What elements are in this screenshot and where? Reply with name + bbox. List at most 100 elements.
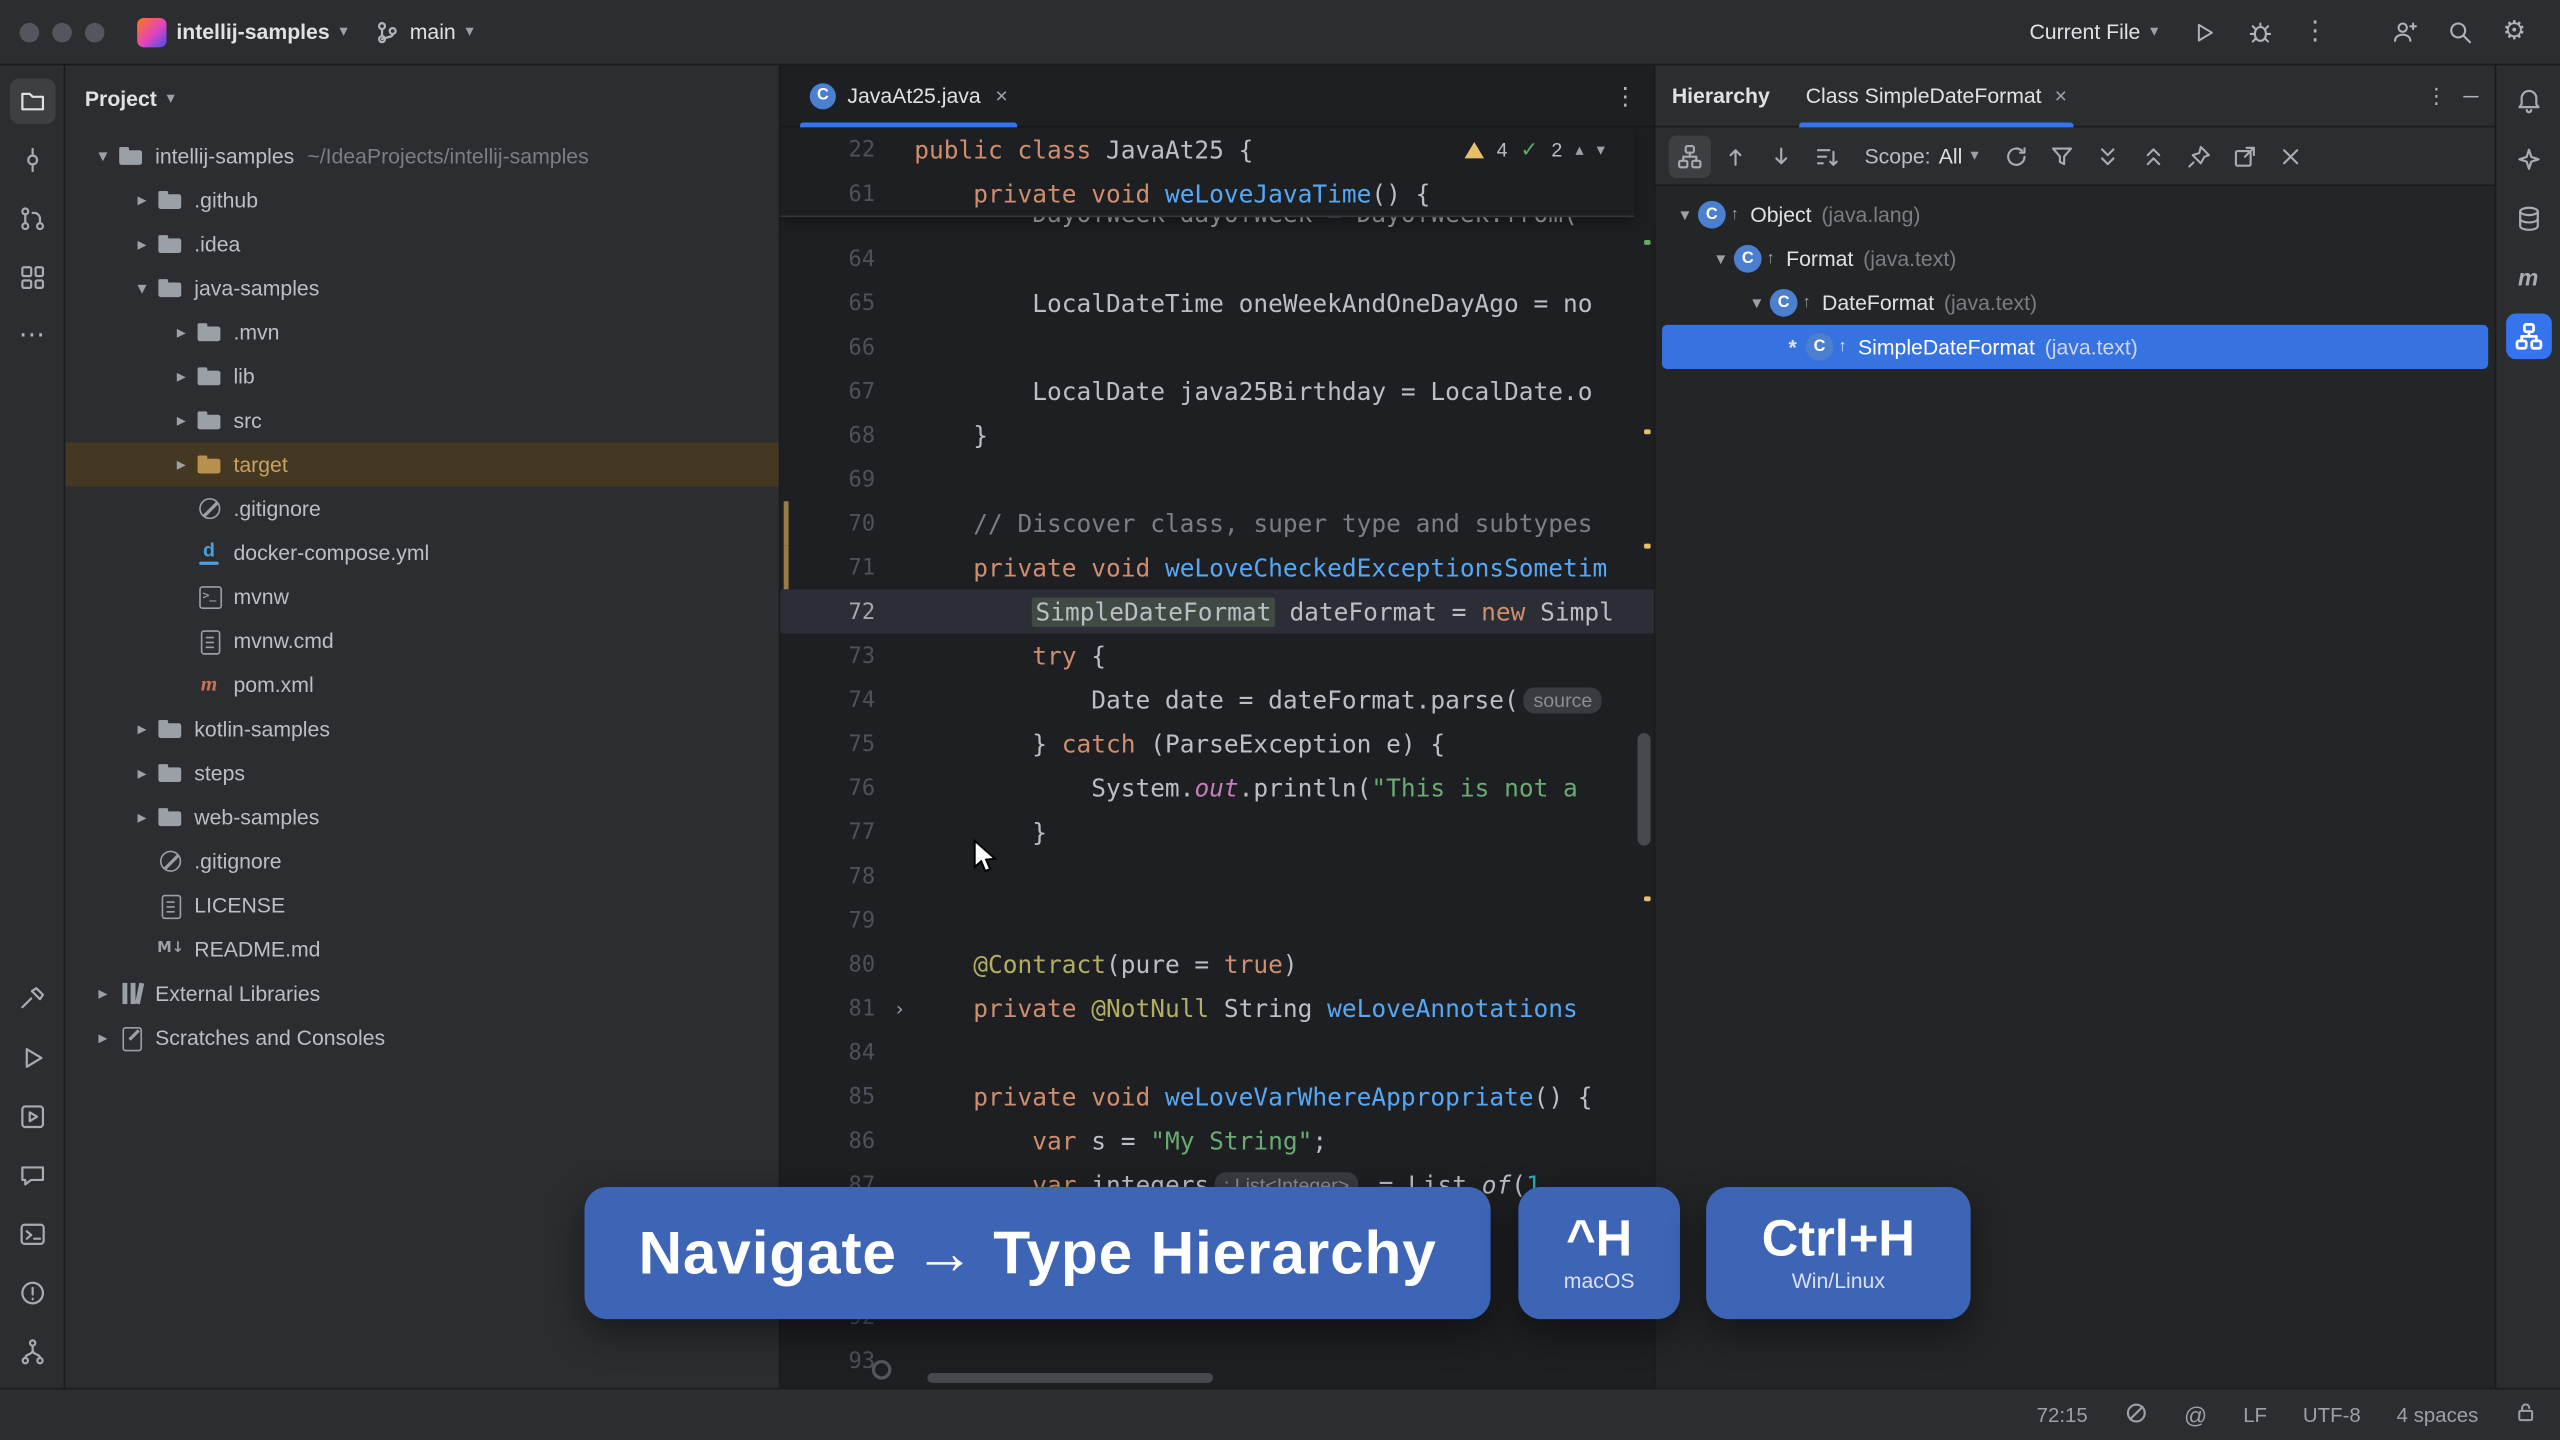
editor-options-icon[interactable]: ⋮ — [1613, 81, 1637, 110]
run-configuration-selector[interactable]: Current File ▾ — [2016, 13, 2171, 51]
annotations-icon[interactable]: @ — [2184, 1402, 2207, 1428]
chevron-right-icon[interactable]: ▸ — [127, 718, 156, 739]
minimize-panel-icon[interactable]: ─ — [2463, 82, 2478, 108]
code-line-74[interactable]: 74 Date date = dateFormat.parse(source — [780, 678, 1653, 722]
structure-tool-button[interactable] — [9, 255, 55, 301]
file-encoding[interactable]: UTF-8 — [2303, 1403, 2361, 1426]
code-line-71[interactable]: 71 private void weLoveCheckedExceptionsS… — [780, 545, 1653, 589]
code-line-76[interactable]: 76 System.out.println("This is not a — [780, 766, 1653, 810]
chevron-right-icon[interactable]: ▸ — [88, 1027, 117, 1048]
problems-tool-button[interactable] — [9, 1270, 55, 1316]
tree-item--gitignore[interactable]: .gitignore — [65, 487, 778, 531]
editor-scrollbar[interactable] — [1638, 127, 1651, 1387]
code-line-91[interactable]: 91 — [780, 1251, 1653, 1295]
warning-stripe-mark[interactable] — [1644, 543, 1651, 548]
chevron-right-icon[interactable]: ▸ — [167, 410, 196, 431]
chevron-right-icon[interactable]: ▸ — [167, 322, 196, 343]
tree-item-kotlin-samples[interactable]: ▸kotlin-samples — [65, 707, 778, 751]
project-widget[interactable]: intellij-samples ▾ — [124, 11, 361, 53]
notifications-button[interactable] — [2505, 78, 2551, 124]
code-with-me-button[interactable] — [2380, 9, 2426, 55]
tree-item-web-samples[interactable]: ▸web-samples — [65, 795, 778, 839]
hierarchy-tab[interactable]: Class SimpleDateFormat × — [1799, 64, 2073, 126]
tree-item-docker-compose-yml[interactable]: docker-compose.yml — [65, 531, 778, 575]
warning-stripe-mark[interactable] — [1644, 430, 1651, 435]
minimize-window-button[interactable] — [52, 22, 72, 42]
code-line-93[interactable]: 93 — [780, 1339, 1653, 1383]
caret-position[interactable]: 72:15 — [2037, 1403, 2088, 1426]
tree-item-mvnw-cmd[interactable]: mvnw.cmd — [65, 619, 778, 663]
code-line-69[interactable]: 69 — [780, 457, 1653, 501]
close-window-button[interactable] — [20, 22, 40, 42]
chevron-right-icon[interactable]: ▸ — [167, 454, 196, 475]
horizontal-scrollbar-thumb[interactable] — [927, 1373, 1213, 1383]
code-line-78[interactable]: 78 — [780, 854, 1653, 898]
tree-item-lib[interactable]: ▸lib — [65, 354, 778, 398]
tree-item-java-samples[interactable]: ▾java-samples — [65, 266, 778, 310]
build-tool-button[interactable] — [9, 976, 55, 1022]
code-line-70[interactable]: 70 // Discover class, super type and sub… — [780, 501, 1653, 545]
code-line-86[interactable]: 86 var s = "My String"; — [780, 1118, 1653, 1162]
code-line-84[interactable]: 84 — [780, 1030, 1653, 1074]
branch-widget[interactable]: main ▾ — [361, 12, 487, 51]
close-tab-icon[interactable]: × — [2055, 83, 2067, 107]
hierarchy-options-icon[interactable]: ⋮ — [2426, 82, 2447, 108]
run-button[interactable] — [2181, 9, 2227, 55]
code-line-79[interactable]: 79 — [780, 898, 1653, 942]
chat-tool-button[interactable] — [9, 1153, 55, 1199]
code-line-68[interactable]: 68 } — [780, 413, 1653, 457]
line-separator[interactable]: LF — [2243, 1403, 2267, 1426]
scrollbar-thumb[interactable] — [1638, 732, 1651, 845]
tree-item-external-libraries[interactable]: ▸External Libraries — [65, 971, 778, 1015]
lock-icon[interactable] — [2514, 1401, 2537, 1429]
chevron-right-icon[interactable]: ▸ — [127, 762, 156, 783]
subtypes-hierarchy-button[interactable] — [1760, 135, 1802, 177]
tree-item--github[interactable]: ▸.github — [65, 178, 778, 222]
tree-item--idea[interactable]: ▸.idea — [65, 222, 778, 266]
code-line-77[interactable]: 77 } — [780, 810, 1653, 854]
collapse-all-button[interactable] — [2132, 135, 2174, 177]
tree-item-mvnw[interactable]: mvnw — [65, 575, 778, 619]
code-editor[interactable]: 22public class JavaAt25 {61 private void… — [780, 127, 1653, 1387]
tree-item-pom-xml[interactable]: pom.xml — [65, 663, 778, 707]
code-line-90[interactable]: 90 — [780, 1207, 1653, 1251]
tree-item-license[interactable]: LICENSE — [65, 883, 778, 927]
code-line-80[interactable]: 80 @Contract(pure = true) — [780, 942, 1653, 986]
code-line-75[interactable]: 75 } catch (ParseException e) { — [780, 722, 1653, 766]
chevron-right-icon[interactable]: ▸ — [167, 366, 196, 387]
more-actions-button[interactable]: ⋮ — [2292, 9, 2338, 55]
hierarchy-row-simpledateformat[interactable]: *↑SimpleDateFormat(java.text) — [1662, 325, 2488, 369]
refresh-button[interactable] — [1995, 135, 2037, 177]
settings-button[interactable]: ⚙ — [2491, 9, 2537, 55]
previous-inspection-icon[interactable]: ▴ — [1575, 141, 1583, 159]
debug-button[interactable] — [2237, 9, 2283, 55]
chevron-down-icon[interactable]: ▾ — [1708, 248, 1734, 269]
inspection-widget[interactable]: 4 ✓ 2 ▴ ▾ — [1454, 132, 1615, 168]
close-panel-button[interactable] — [2269, 135, 2311, 177]
code-line-81[interactable]: 81› private @NotNull String weLoveAnnota… — [780, 986, 1653, 1030]
editor-hint-icon[interactable] — [872, 1360, 892, 1380]
hierarchy-row-object[interactable]: ▾↑Object(java.lang) — [1662, 193, 2488, 237]
hierarchy-row-format[interactable]: ▾↑Format(java.text) — [1662, 237, 2488, 281]
code-line-73[interactable]: 73 try { — [780, 633, 1653, 677]
code-line-67[interactable]: 67 LocalDate java25Birthday = LocalDate.… — [780, 369, 1653, 413]
tree-item-readme-md[interactable]: README.md — [65, 927, 778, 971]
indent-style[interactable]: 4 spaces — [2397, 1403, 2479, 1426]
hierarchy-tool-button-active[interactable] — [2505, 313, 2551, 359]
class-hierarchy-button[interactable] — [1669, 135, 1711, 177]
tree-item-src[interactable]: ▸src — [65, 398, 778, 442]
tree-item-steps[interactable]: ▸steps — [65, 751, 778, 795]
chevron-right-icon[interactable]: ▸ — [88, 983, 117, 1004]
chevron-down-icon[interactable]: ▾ — [88, 145, 117, 166]
chevron-down-icon[interactable]: ▾ — [127, 278, 156, 299]
tree-item--mvn[interactable]: ▸.mvn — [65, 310, 778, 354]
hierarchy-row-dateformat[interactable]: ▾↑DateFormat(java.text) — [1662, 281, 2488, 325]
expand-all-button[interactable] — [2086, 135, 2128, 177]
pin-button[interactable] — [2178, 135, 2220, 177]
code-line-61[interactable]: 61 private void weLoveJavaTime() { — [780, 171, 1634, 215]
database-button[interactable] — [2505, 196, 2551, 242]
search-everywhere-button[interactable] — [2436, 9, 2482, 55]
code-line-65[interactable]: 65 LocalDateTime oneWeekAndOneDayAgo = n… — [780, 281, 1653, 325]
code-line-85[interactable]: 85 private void weLoveVarWhereAppropriat… — [780, 1074, 1653, 1118]
warning-stripe-mark[interactable] — [1644, 896, 1651, 901]
